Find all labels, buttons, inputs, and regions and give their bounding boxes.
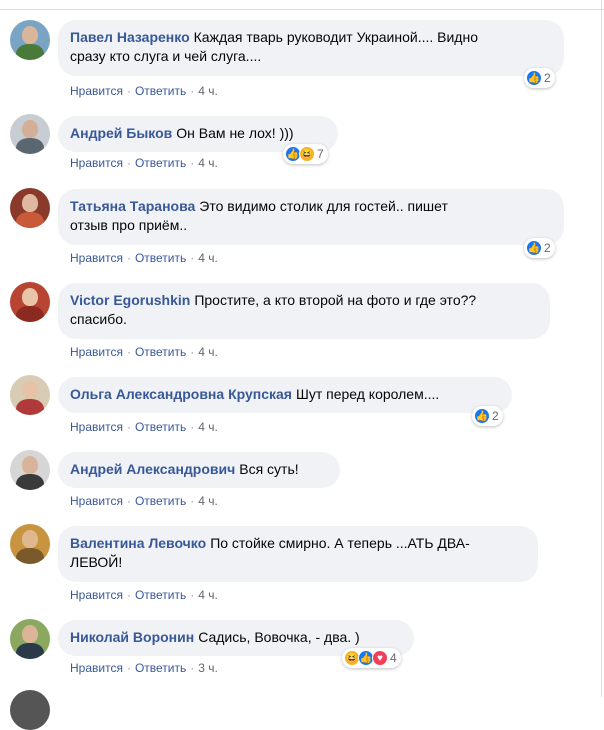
comment-text: Садись, Вовочка, - два. ) (198, 629, 360, 645)
reply-link[interactable]: Ответить (135, 588, 186, 602)
like-link[interactable]: Нравится (70, 84, 123, 98)
comment-text: Каждая тварь руководит Украиной.... Видн… (193, 29, 478, 45)
avatar[interactable] (10, 450, 50, 490)
comment-time[interactable]: 4 ч. (198, 84, 218, 98)
comment-time[interactable]: 3 ч. (198, 661, 218, 675)
comment-bubble: Татьяна Таранова Это видимо столик для го… (58, 189, 564, 245)
reply-link[interactable]: Ответить (135, 661, 186, 675)
comment-bubble: Андрей Александрович Вся суть! (58, 452, 340, 488)
thumbs-up-icon: 👍 (526, 70, 542, 86)
comment-text-cont: сразу кто слуга и чей слуга.... (70, 48, 262, 64)
comment-text: Это видимо столик для гостей.. пишет (199, 198, 448, 214)
comment-text: Он Вам не лох! ))) (176, 125, 294, 141)
reactions-badge[interactable]: 😆 👍 ♥ 4 (342, 648, 401, 668)
comment-text: Шут перед королем.... (295, 386, 440, 402)
reaction-count: 7 (317, 147, 324, 161)
comment-actions: Нравится · Ответить · 3 ч. (70, 661, 218, 675)
comment-actions: Нравится · Ответить · 4 ч. (70, 156, 218, 170)
comment-actions: Нравится · Ответить · 4 ч. (70, 420, 218, 434)
comment-text: Вся суть! (239, 461, 299, 477)
comment-author[interactable]: Татьяна Таранова (70, 198, 195, 214)
reaction-count: 2 (544, 71, 551, 85)
comment-text: По стойке смирно. А теперь ...АТЬ ДВА- (210, 535, 470, 551)
reaction-count: 4 (390, 651, 397, 665)
comment-actions: Нравится · Ответить · 4 ч. (70, 84, 218, 98)
avatar[interactable] (10, 375, 50, 415)
reactions-badge[interactable]: 👍 2 (472, 406, 503, 426)
comment-author[interactable]: Валентина Левочко (70, 535, 206, 551)
haha-icon: 😆 (299, 146, 315, 162)
avatar[interactable] (10, 188, 50, 228)
reaction-count: 2 (544, 241, 551, 255)
comment-author[interactable]: Павел Назаренко (70, 29, 190, 45)
reaction-count: 2 (492, 409, 499, 423)
avatar[interactable] (10, 690, 50, 730)
reply-link[interactable]: Ответить (135, 251, 186, 265)
comment-actions: Нравится · Ответить · 4 ч. (70, 251, 218, 265)
comment-time[interactable]: 4 ч. (198, 420, 218, 434)
reply-link[interactable]: Ответить (135, 494, 186, 508)
like-link[interactable]: Нравится (70, 420, 123, 434)
reply-link[interactable]: Ответить (135, 345, 186, 359)
heart-icon: ♥ (372, 650, 388, 666)
top-divider (0, 0, 604, 10)
comment-time[interactable]: 4 ч. (198, 345, 218, 359)
like-link[interactable]: Нравится (70, 661, 123, 675)
avatar[interactable] (10, 524, 50, 564)
comment-author[interactable]: Николай Воронин (70, 629, 194, 645)
avatar[interactable] (10, 20, 50, 60)
comment-bubble: Ольга Александровна Крупская Шут перед ко… (58, 377, 512, 413)
comment-bubble: Валентина Левочко По стойке смирно. А теп… (58, 526, 538, 582)
comment-time[interactable]: 4 ч. (198, 494, 218, 508)
comment-author[interactable]: Victor Egorushkin (70, 292, 190, 308)
reply-link[interactable]: Ответить (135, 420, 186, 434)
comment-actions: Нравится · Ответить · 4 ч. (70, 494, 218, 508)
reactions-badge[interactable]: 👍 2 (524, 238, 555, 258)
thumbs-up-icon: 👍 (526, 240, 542, 256)
like-link[interactable]: Нравится (70, 494, 123, 508)
like-link[interactable]: Нравится (70, 251, 123, 265)
like-link[interactable]: Нравится (70, 588, 123, 602)
comment-author[interactable]: Андрей Александрович (70, 461, 235, 477)
comment-text-cont: спасибо. (70, 311, 127, 327)
comment-bubble: Павел Назаренко Каждая тварь руководит Ук… (58, 20, 564, 76)
comment-time[interactable]: 4 ч. (198, 251, 218, 265)
avatar[interactable] (10, 282, 50, 322)
avatar[interactable] (10, 619, 50, 659)
thumbs-up-icon: 👍 (474, 408, 490, 424)
comment-bubble: Victor Egorushkin Простите, а кто второй … (58, 283, 550, 339)
comment-text-cont: ЛЕВОЙ! (70, 554, 123, 570)
comment-text-cont: отзыв про приём.. (70, 217, 188, 233)
like-link[interactable]: Нравится (70, 156, 123, 170)
comment-time[interactable]: 4 ч. (198, 156, 218, 170)
comment-author[interactable]: Ольга Александровна Крупская (70, 386, 292, 402)
reactions-badge[interactable]: 👍 😆 7 (283, 144, 328, 164)
reply-link[interactable]: Ответить (135, 84, 186, 98)
comment-text: Простите, а кто второй на фото и где это… (194, 292, 477, 308)
reactions-badge[interactable]: 👍 2 (524, 68, 555, 88)
comment-actions: Нравится · Ответить · 4 ч. (70, 345, 218, 359)
comment-actions: Нравится · Ответить · 4 ч. (70, 588, 218, 602)
like-link[interactable]: Нравится (70, 345, 123, 359)
avatar[interactable] (10, 114, 50, 154)
reply-link[interactable]: Ответить (135, 156, 186, 170)
right-divider (601, 0, 602, 697)
comment-time[interactable]: 4 ч. (198, 588, 218, 602)
comment-author[interactable]: Андрей Быков (70, 125, 172, 141)
